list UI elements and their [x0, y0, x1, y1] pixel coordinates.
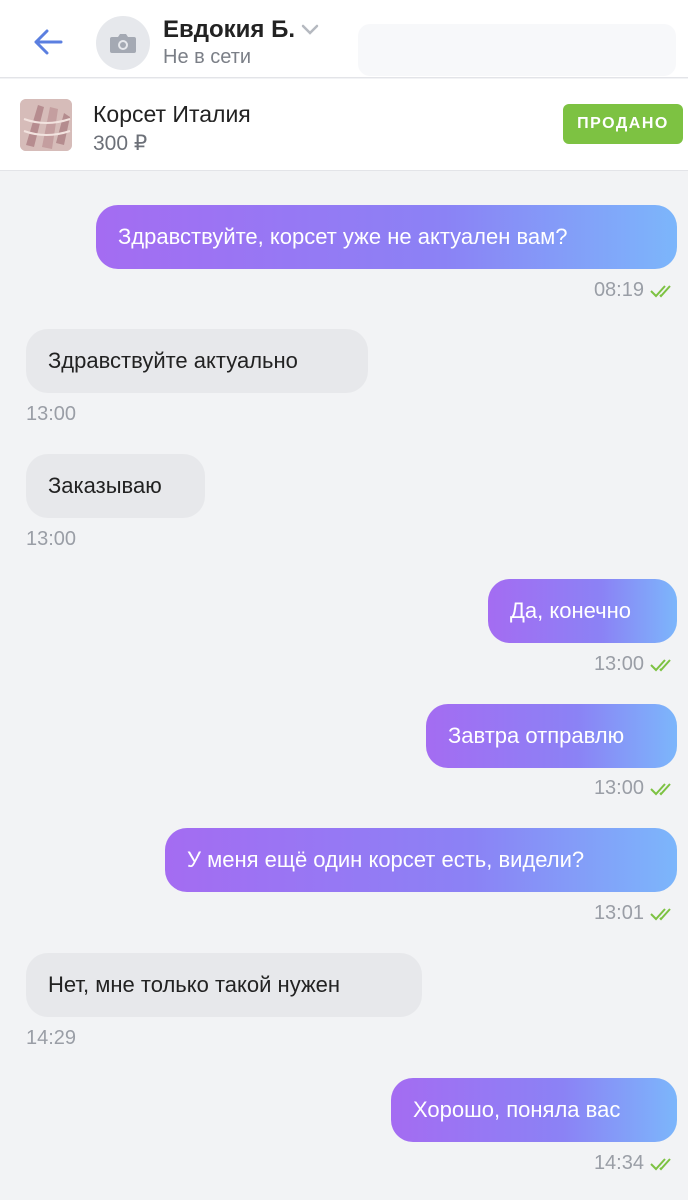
message-bubble-incoming[interactable]: Здравствуйте актуально — [26, 329, 368, 393]
message-text: Заказываю — [48, 473, 162, 498]
double-check-icon — [650, 284, 671, 297]
message-text: У меня ещё один корсет есть, видели? — [187, 847, 585, 872]
message-text: Нет, мне только такой нужен — [48, 972, 341, 997]
message-text: Хорошо, поняла вас — [413, 1097, 621, 1122]
message-text: Завтра отправлю — [448, 723, 625, 748]
product-title: Корсет Италия — [93, 101, 251, 127]
message-time: 13:00 — [594, 777, 676, 800]
back-button[interactable] — [28, 22, 68, 62]
message-text: Да, конечно — [510, 598, 631, 623]
double-check-icon — [650, 782, 671, 795]
product-bar[interactable]: Корсет Италия 300 ₽ ПРОДАНО — [0, 79, 688, 171]
message-time: 13:00 — [26, 403, 77, 425]
message-time: 13:00 — [594, 653, 676, 676]
message-time: 08:19 — [594, 279, 676, 302]
sold-badge: ПРОДАНО — [563, 104, 683, 144]
message-time: 14:34 — [594, 1152, 676, 1175]
double-check-icon — [650, 658, 671, 671]
message-bubble-incoming[interactable]: Нет, мне только такой нужен — [26, 953, 422, 1017]
message-time: 13:00 — [26, 528, 77, 550]
avatar[interactable] — [96, 16, 150, 70]
message-bubble-outgoing[interactable]: Завтра отправлю — [426, 704, 677, 768]
camera-icon — [110, 34, 136, 53]
message-time: 14:29 — [26, 1027, 77, 1049]
message-text: Здравствуйте актуально — [48, 348, 298, 373]
header-blurred-area — [358, 24, 676, 76]
contact-status: Не в сети — [163, 46, 252, 68]
message-bubble-outgoing[interactable]: Здравствуйте, корсет уже не актуален вам… — [96, 205, 677, 269]
contact-name-button[interactable]: Евдокия Б. — [163, 16, 319, 44]
double-check-icon — [650, 907, 671, 920]
double-check-icon — [650, 1157, 671, 1170]
chevron-down-icon — [301, 24, 319, 35]
message-bubble-outgoing[interactable]: Да, конечно — [488, 579, 677, 643]
arrow-left-icon — [34, 29, 63, 55]
contact-name: Евдокия Б. — [163, 16, 296, 43]
product-price: 300 ₽ — [93, 132, 148, 155]
message-bubble-outgoing[interactable]: Хорошо, поняла вас — [391, 1078, 677, 1142]
message-text: Здравствуйте, корсет уже не актуален вам… — [118, 224, 568, 249]
message-bubble-outgoing[interactable]: У меня ещё один корсет есть, видели? — [165, 828, 677, 892]
message-time: 13:01 — [594, 902, 676, 925]
chat-header: Евдокия Б. Не в сети — [0, 0, 688, 78]
message-bubble-incoming[interactable]: Заказываю — [26, 454, 205, 518]
product-thumbnail[interactable] — [20, 99, 72, 151]
